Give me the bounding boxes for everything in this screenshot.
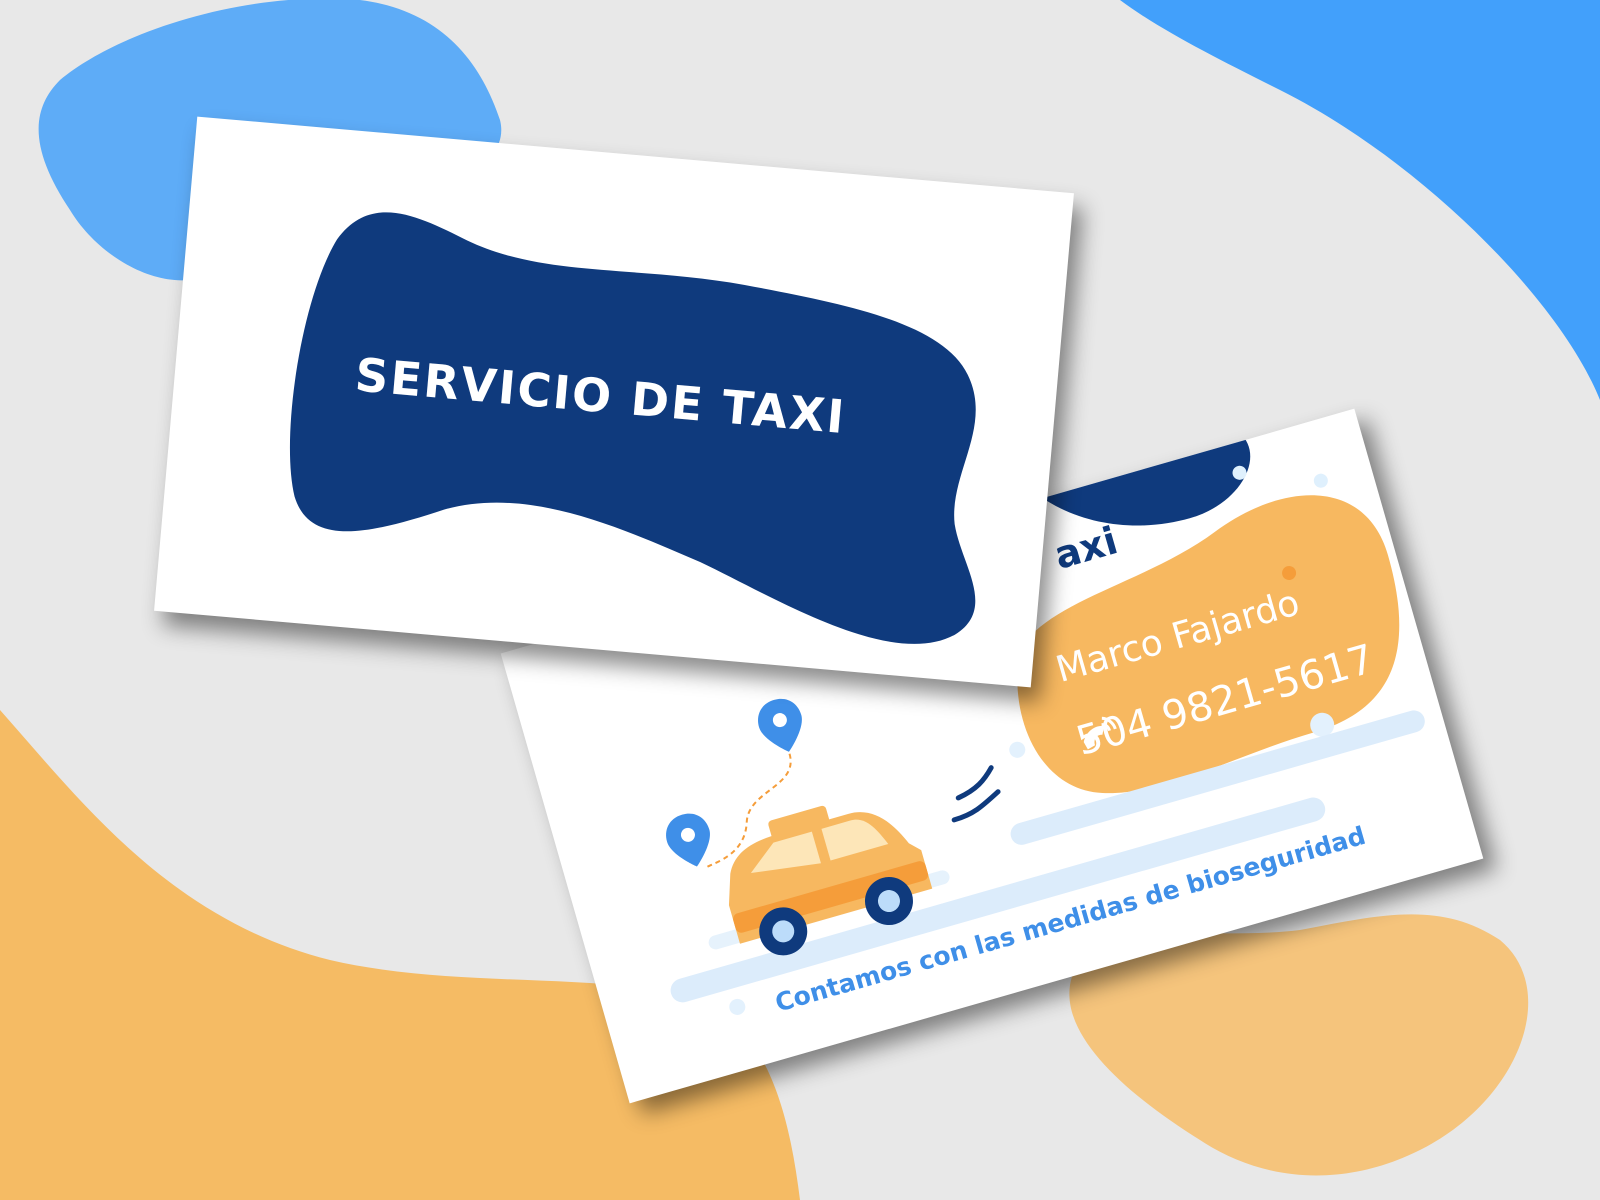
blue-blob-top-right [1120, 0, 1600, 400]
map-pin-icon [758, 698, 802, 752]
map-pin-icon [666, 813, 710, 867]
motion-lines [951, 765, 1001, 823]
navy-title-blob [289, 212, 976, 644]
dot [1009, 741, 1026, 758]
dot [729, 998, 746, 1015]
dot [1313, 473, 1328, 488]
front-business-card: SERVICIO DE TAXI [154, 116, 1074, 688]
